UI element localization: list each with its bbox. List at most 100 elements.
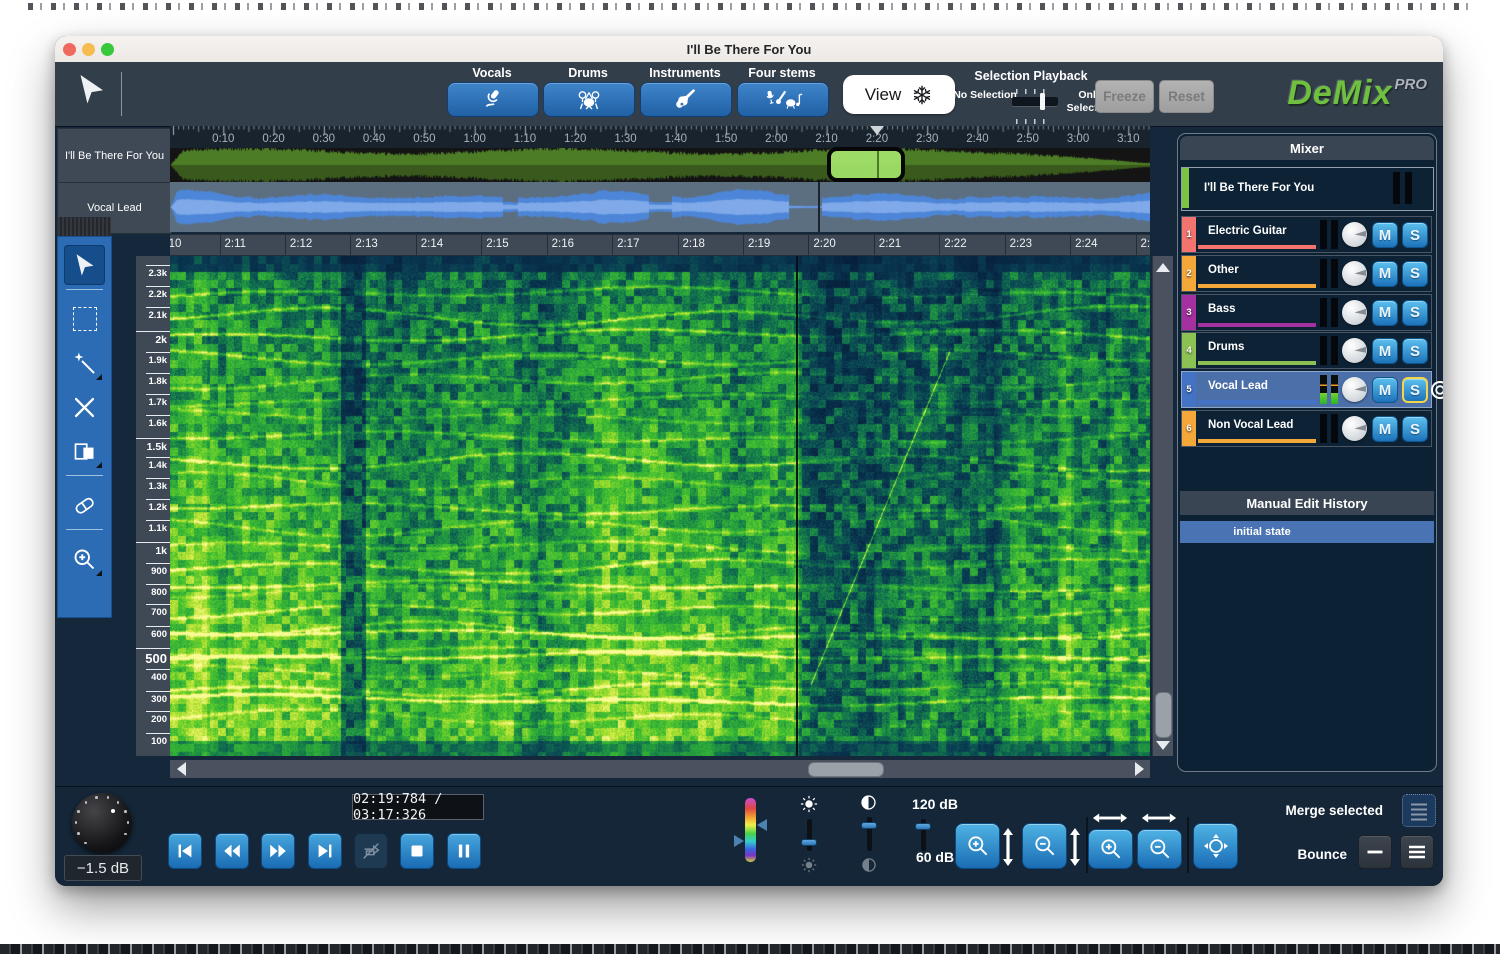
zoom-tool[interactable] xyxy=(64,539,105,579)
overview-selection-region[interactable] xyxy=(827,147,905,182)
mute-button[interactable]: M xyxy=(1372,222,1398,248)
vertical-arrows-icon xyxy=(1067,827,1083,867)
fast-forward-button[interactable] xyxy=(261,833,295,869)
mixer-track-row-vocal-lead[interactable]: 5Vocal LeadMS xyxy=(1181,371,1432,408)
horizontal-scrollbar-thumb[interactable] xyxy=(808,762,884,777)
mixer-track-row-bass[interactable]: 3BassMS xyxy=(1181,294,1432,331)
magic-wand-tool[interactable] xyxy=(64,343,105,383)
spectrogram-horizontal-scrollbar[interactable] xyxy=(170,760,1150,778)
solo-button[interactable]: S xyxy=(1402,261,1428,287)
pointer-tool[interactable] xyxy=(64,245,105,285)
pan-knob[interactable] xyxy=(1342,222,1367,247)
mixer-track-row-electric-guitar[interactable]: 1Electric GuitarMS xyxy=(1181,216,1432,253)
vocal-lead-waveform-track[interactable] xyxy=(170,182,1150,232)
pan-knob[interactable] xyxy=(1342,261,1367,286)
mixer-master-row[interactable]: I'll Be There For You xyxy=(1181,167,1434,211)
bounce-minus-button[interactable] xyxy=(1358,835,1392,869)
rewind-button[interactable] xyxy=(215,833,249,869)
spectrogram-vertical-scrollbar[interactable] xyxy=(1152,256,1173,756)
stem-button-drums[interactable] xyxy=(543,82,635,117)
frequency-tick xyxy=(136,542,170,543)
bounce-menu-button[interactable] xyxy=(1400,835,1434,869)
focus-target-icon[interactable] xyxy=(1429,379,1443,401)
brightness-slider-handle[interactable] xyxy=(801,839,817,846)
playhead-marker-icon[interactable] xyxy=(870,126,884,135)
history-entry[interactable]: initial state xyxy=(1180,521,1434,543)
stop-button[interactable] xyxy=(400,833,434,869)
solo-button[interactable]: S xyxy=(1402,338,1428,364)
zoom-ruler-boundary xyxy=(1005,235,1006,255)
vertical-scrollbar-thumb[interactable] xyxy=(1155,692,1172,738)
scroll-down-button[interactable] xyxy=(1153,736,1173,754)
timeline-ruler[interactable]: 0:100:200:300:400:501:001:101:201:301:40… xyxy=(170,126,1150,148)
scroll-up-button[interactable] xyxy=(1153,258,1173,276)
selection-playback-slider[interactable] xyxy=(1012,97,1058,106)
brightness-slider[interactable] xyxy=(807,819,812,851)
zoom-ruler-time-label: 2:15 xyxy=(486,238,508,250)
pan-knob[interactable] xyxy=(1342,338,1367,363)
clone-tool[interactable] xyxy=(64,431,105,471)
tool-palette-drag-handle[interactable] xyxy=(58,217,111,236)
ruler-time-label: 1:50 xyxy=(715,133,737,145)
zoom-ruler-boundary xyxy=(350,235,351,255)
merge-selected-button[interactable] xyxy=(1402,794,1436,827)
pan-knob[interactable] xyxy=(1342,377,1367,402)
overview-track-label[interactable]: I'll Be There For You xyxy=(57,128,172,184)
color-scale-upper-handle-icon[interactable] xyxy=(757,819,767,831)
frequency-tick xyxy=(146,604,170,605)
stem-button-four-stems[interactable] xyxy=(737,82,829,117)
track-name: Bass xyxy=(1208,303,1236,315)
skip-to-end-button[interactable] xyxy=(308,833,342,869)
song-overview-track[interactable] xyxy=(170,148,1150,182)
stem-button-vocals[interactable] xyxy=(447,82,539,117)
eraser-tool[interactable] xyxy=(64,485,105,525)
scroll-left-button[interactable] xyxy=(172,760,190,778)
logo-pro-text: PRO xyxy=(1394,76,1427,93)
frequency-label: 1.9k xyxy=(149,355,168,366)
flyout-indicator-icon xyxy=(96,462,102,468)
zoomed-timeline-ruler[interactable]: 2:102:112:122:132:142:152:162:172:182:19… xyxy=(170,234,1150,256)
db-range-slider-handle[interactable] xyxy=(915,823,931,830)
solo-button[interactable]: S xyxy=(1402,222,1428,248)
ruler-time-label: 2:10 xyxy=(815,133,837,145)
scroll-right-button[interactable] xyxy=(1130,760,1148,778)
selection-playback-slider-handle[interactable] xyxy=(1040,93,1045,110)
mixer-track-row-drums[interactable]: 4DrumsMS xyxy=(1181,332,1432,369)
skip-to-start-button[interactable] xyxy=(168,833,202,869)
output-gain-knob[interactable] xyxy=(72,793,132,853)
contrast-slider-handle[interactable] xyxy=(861,822,877,829)
view-freeze-button[interactable]: View xyxy=(843,75,955,114)
color-scale-lower-handle-icon[interactable] xyxy=(734,835,744,847)
reset-button[interactable]: Reset xyxy=(1159,80,1214,113)
marquee-select-tool[interactable] xyxy=(64,299,105,339)
mute-button[interactable]: M xyxy=(1372,377,1398,403)
mixer-track-row-non-vocal-lead[interactable]: 6Non Vocal LeadMS xyxy=(1181,410,1432,447)
pause-button[interactable] xyxy=(447,833,481,869)
mute-button[interactable]: M xyxy=(1372,416,1398,442)
knob-tick-dot xyxy=(84,842,87,845)
overview-waveform[interactable] xyxy=(170,148,1150,182)
spectrogram-color-scale[interactable] xyxy=(745,798,756,862)
loop-button[interactable] xyxy=(354,833,388,869)
zoom-out-horizontal-button[interactable] xyxy=(1137,829,1182,869)
freeze-button[interactable]: Freeze xyxy=(1095,80,1154,113)
scissors-tool[interactable] xyxy=(64,387,105,427)
vocal-lead-waveform[interactable] xyxy=(170,182,1150,232)
mute-button[interactable]: M xyxy=(1372,261,1398,287)
stem-button-instruments[interactable] xyxy=(640,82,732,117)
zoom-fit-button[interactable] xyxy=(1193,823,1238,869)
zoom-in-vertical-button[interactable] xyxy=(955,823,1000,869)
solo-button[interactable]: S xyxy=(1402,377,1428,403)
mixer-track-row-other[interactable]: 2OtherMS xyxy=(1181,255,1432,292)
solo-button[interactable]: S xyxy=(1402,300,1428,326)
pan-knob[interactable] xyxy=(1342,416,1367,441)
solo-button[interactable]: S xyxy=(1402,416,1428,442)
pan-knob[interactable] xyxy=(1342,300,1367,325)
spectrogram-canvas[interactable] xyxy=(170,256,1150,756)
mute-button[interactable]: M xyxy=(1372,338,1398,364)
track-meter-right xyxy=(1331,336,1338,365)
zoom-in-horizontal-button[interactable] xyxy=(1088,829,1133,869)
divider xyxy=(1187,817,1189,873)
zoom-out-vertical-button[interactable] xyxy=(1022,823,1067,869)
mute-button[interactable]: M xyxy=(1372,300,1398,326)
